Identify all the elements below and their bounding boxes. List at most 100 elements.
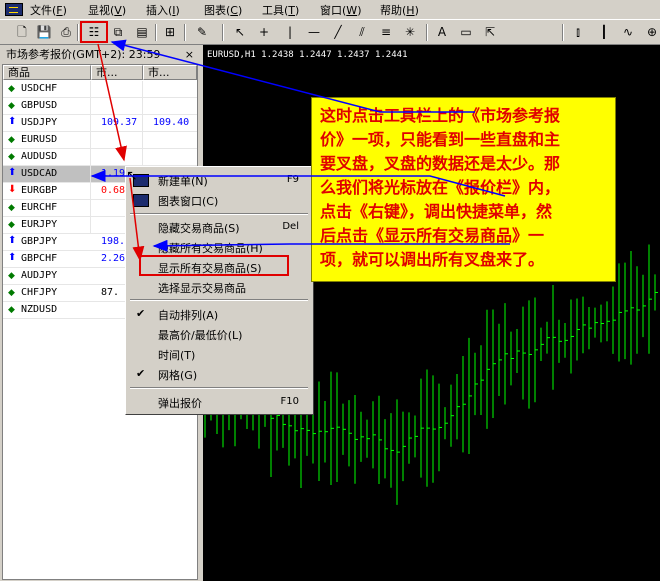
chart-window-icon bbox=[133, 194, 149, 207]
toolbar-separator bbox=[184, 24, 186, 41]
menu-item-auto-arrange[interactable]: 自动排列(A) bbox=[158, 307, 218, 323]
symbol-name: USDJPY bbox=[21, 117, 58, 128]
diamond-icon: ◆ bbox=[8, 305, 15, 315]
column-divider bbox=[90, 81, 91, 234]
callout-line: 价》一项，只能看到一些直盘和主 bbox=[320, 130, 561, 149]
menu-item-chart-window[interactable]: 图表窗口(C) bbox=[158, 193, 218, 209]
column-header-ask[interactable]: 市... bbox=[143, 65, 197, 80]
symbol-name: EURUSD bbox=[21, 134, 58, 145]
line-chart-icon[interactable]: ∿ bbox=[620, 24, 636, 40]
menu-view[interactable]: 显视(V) bbox=[88, 2, 126, 18]
close-icon[interactable]: × bbox=[185, 47, 194, 63]
toolbar-separator bbox=[426, 24, 428, 41]
toolbar-separator bbox=[222, 24, 224, 41]
menu-item-hide-all[interactable]: 隐藏所有交易商品(H) bbox=[158, 240, 263, 256]
arrow-down-icon: ⬇ bbox=[8, 184, 17, 195]
candle-chart-icon[interactable]: ┃ bbox=[596, 24, 612, 40]
menu-bar: 文件(F) 显视(V) 插入(I) 图表(C) 工具(T) 窗口(W) 帮助(H… bbox=[0, 0, 660, 18]
mouse-pointer-icon: ↖ bbox=[126, 168, 138, 184]
callout-line: 么我们将光标放在《报价栏》内， bbox=[320, 178, 561, 197]
diamond-icon: ◆ bbox=[8, 135, 15, 145]
diamond-icon: ◆ bbox=[8, 101, 15, 111]
table-row[interactable]: ◆ AUDUSD bbox=[3, 149, 197, 166]
fibonacci-icon[interactable]: ≡ bbox=[378, 24, 394, 40]
crosshair-icon[interactable]: + bbox=[256, 24, 272, 40]
menu-tools[interactable]: 工具(T) bbox=[262, 2, 299, 18]
menu-item-grid[interactable]: 网格(G) bbox=[158, 367, 197, 383]
diamond-icon: ◆ bbox=[8, 220, 15, 230]
symbol-name: EURGBP bbox=[21, 185, 58, 196]
bar-chart-icon[interactable]: ⫾ bbox=[570, 24, 586, 40]
column-header-bid[interactable]: 市... bbox=[91, 65, 143, 80]
bid-price: 109.37 bbox=[101, 117, 138, 128]
menu-help[interactable]: 帮助(H) bbox=[380, 2, 419, 18]
zoom-in-icon[interactable]: ⊕ bbox=[644, 24, 660, 40]
symbol-name: EURJPY bbox=[21, 219, 58, 230]
symbol-name: AUDUSD bbox=[21, 151, 58, 162]
table-row[interactable]: ◆ USDCHF bbox=[3, 81, 197, 98]
diamond-icon: ◆ bbox=[8, 84, 15, 94]
menu-item-high-low[interactable]: 最高价/最低价(L) bbox=[158, 327, 242, 343]
bid-price: 0.68 bbox=[101, 185, 126, 196]
symbol-name: AUDJPY bbox=[21, 270, 58, 281]
symbol-name: USDCAD bbox=[21, 168, 58, 179]
diamond-icon: ◆ bbox=[8, 152, 15, 162]
table-row[interactable]: ◆ EURUSD bbox=[3, 132, 197, 149]
symbol-name: CHFJPY bbox=[21, 287, 58, 298]
callout-line: 这时点击工具栏上的《市场参考报 bbox=[320, 106, 561, 125]
bid-price: 198. bbox=[101, 236, 126, 247]
diamond-icon: ◆ bbox=[8, 288, 15, 298]
save-icon[interactable]: 💾 bbox=[36, 24, 52, 40]
arrow-up-icon: ⬆ bbox=[8, 252, 17, 263]
table-row[interactable]: ⬆ USDJPY 109.37 109.40 bbox=[3, 115, 197, 132]
new-file-icon[interactable]: 🗋 bbox=[14, 24, 30, 40]
toolbar-separator bbox=[562, 24, 564, 41]
vertical-line-icon[interactable]: | bbox=[282, 24, 298, 40]
cursor-icon[interactable]: ↖ bbox=[232, 24, 248, 40]
channel-icon[interactable]: ⫽ bbox=[354, 24, 370, 40]
menu-item-new-order[interactable]: 新建单(N) bbox=[158, 173, 208, 189]
symbol-name: USDCHF bbox=[21, 83, 58, 94]
menu-window[interactable]: 窗口(W) bbox=[320, 2, 361, 18]
horizontal-line-icon[interactable]: — bbox=[306, 24, 322, 40]
bid-price: 1.19 bbox=[101, 168, 126, 179]
table-header: 商品 市... 市... bbox=[3, 65, 197, 81]
expert-advisor-icon[interactable]: ✎ bbox=[194, 24, 210, 40]
shortcut-del: Del bbox=[282, 221, 299, 232]
menu-charts[interactable]: 图表(C) bbox=[204, 2, 242, 18]
annotation-callout: 这时点击工具栏上的《市场参考报 价》一项，只能看到一些直盘和主 要叉盘，叉盘的数… bbox=[311, 97, 616, 282]
app-logo-icon bbox=[5, 3, 23, 16]
symbol-name: EURCHF bbox=[21, 202, 58, 213]
arrow-mark-icon[interactable]: ⇱ bbox=[482, 24, 498, 40]
menu-item-popup-prices[interactable]: 弹出报价 bbox=[158, 395, 202, 411]
trendline-icon[interactable]: ╱ bbox=[330, 24, 346, 40]
print-icon[interactable]: ⎙ bbox=[58, 24, 74, 40]
menu-item-select-symbols[interactable]: 选择显示交易商品 bbox=[158, 280, 246, 296]
arrow-up-icon: ⬆ bbox=[8, 116, 17, 127]
context-menu: 新建单(N) F9 图表窗口(C) 隐藏交易商品(S) Del 隐藏所有交易商品… bbox=[125, 166, 314, 415]
symbol-name: GBPJPY bbox=[21, 236, 58, 247]
symbol-name: NZDUSD bbox=[21, 304, 58, 315]
strategy-tester-icon[interactable]: ⊞ bbox=[162, 24, 178, 40]
terminal-icon[interactable]: ▤ bbox=[134, 24, 150, 40]
menu-item-time[interactable]: 时间(T) bbox=[158, 347, 195, 363]
toolbar-separator bbox=[155, 24, 157, 41]
gann-icon[interactable]: ✳ bbox=[402, 24, 418, 40]
menu-divider bbox=[130, 387, 308, 389]
menu-divider bbox=[130, 299, 308, 301]
bid-price: 2.26 bbox=[101, 253, 126, 264]
menu-insert[interactable]: 插入(I) bbox=[146, 2, 180, 18]
table-row[interactable]: ◆ GBPUSD bbox=[3, 98, 197, 115]
data-window-icon[interactable]: ⧉ bbox=[110, 24, 126, 40]
bid-price: 87. bbox=[101, 287, 120, 298]
menu-file[interactable]: 文件(F) bbox=[30, 2, 67, 18]
column-header-symbol[interactable]: 商品 bbox=[3, 65, 91, 80]
callout-line: 点击《右键》，调出快捷菜单，然 bbox=[320, 202, 553, 221]
shortcut-f10: F10 bbox=[280, 396, 299, 407]
callout-line: 后点击《显示所有交易商品》一 bbox=[320, 226, 545, 245]
callout-line: 项，就可以调出所有叉盘来了。 bbox=[320, 250, 545, 269]
menu-item-hide-symbol[interactable]: 隐藏交易商品(S) bbox=[158, 220, 240, 236]
arrow-up-icon: ⬆ bbox=[8, 167, 17, 178]
text-tool-icon[interactable]: A bbox=[434, 24, 450, 40]
text-label-icon[interactable]: ▭ bbox=[458, 24, 474, 40]
